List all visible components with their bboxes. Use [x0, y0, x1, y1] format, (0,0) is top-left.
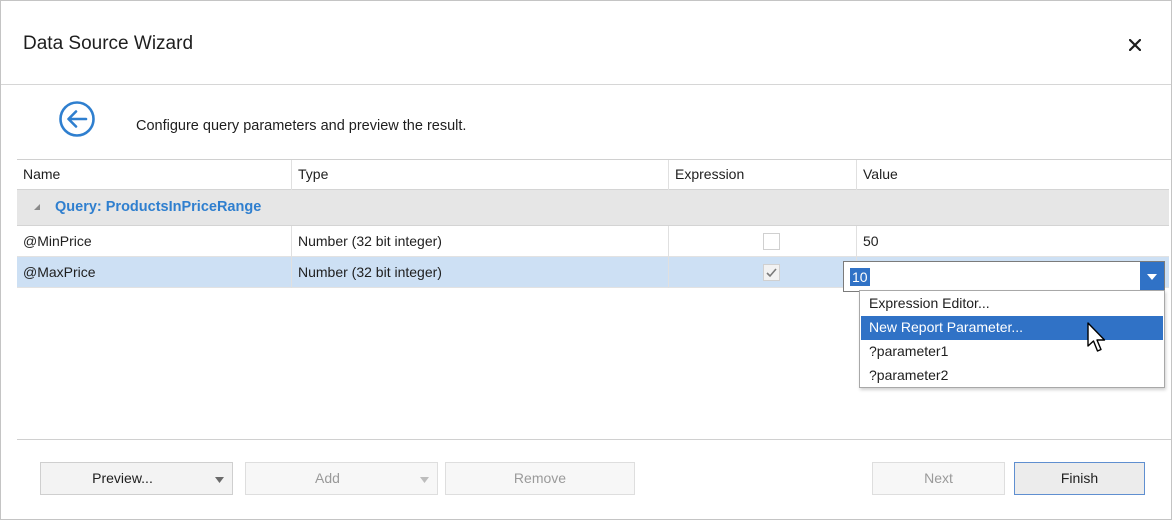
dropdown-item-new-report-parameter[interactable]: New Report Parameter... [861, 316, 1163, 340]
remove-button-label: Remove [513, 470, 567, 486]
param-type-cell[interactable]: Number (32 bit integer) [292, 257, 669, 288]
chevron-down-icon [1147, 273, 1157, 280]
value-combo-box[interactable]: 10 [843, 261, 1165, 292]
checkmark-icon [766, 268, 777, 278]
column-header-name[interactable]: Name [17, 160, 292, 190]
chevron-down-icon [215, 477, 224, 483]
group-row[interactable]: Query: ProductsInPriceRange [17, 190, 1169, 226]
preview-button[interactable]: Preview... [40, 462, 233, 495]
dropdown-item-parameter1[interactable]: ?parameter1 [861, 340, 1163, 364]
next-button-label: Next [924, 470, 953, 486]
column-header-expression[interactable]: Expression [669, 160, 857, 190]
expression-checkbox[interactable] [763, 264, 780, 281]
param-expression-cell [669, 257, 857, 288]
collapse-triangle-icon[interactable] [32, 202, 42, 212]
page-description: Configure query parameters and preview t… [136, 118, 467, 134]
dropdown-item-parameter2[interactable]: ?parameter2 [861, 364, 1163, 388]
chevron-down-icon [420, 477, 429, 483]
add-button[interactable]: Add [245, 462, 438, 495]
param-name-cell: @MinPrice [17, 226, 292, 257]
back-button[interactable] [56, 98, 98, 140]
title-bar: Data Source Wizard [1, 1, 1171, 85]
preview-button-label: Preview... [92, 470, 153, 486]
data-source-wizard-window: Data Source Wizard Configure query param… [0, 0, 1172, 520]
back-arrow-circle-icon [59, 101, 95, 137]
param-type-cell[interactable]: Number (32 bit integer) [292, 226, 669, 257]
column-header-value[interactable]: Value [857, 160, 1169, 190]
close-icon [1129, 39, 1141, 51]
param-value-cell[interactable]: 50 [857, 226, 1169, 257]
param-name-cell: @MaxPrice [17, 257, 292, 288]
value-input[interactable]: 10 [850, 268, 870, 286]
expression-checkbox[interactable] [763, 233, 780, 250]
window-title: Data Source Wizard [23, 33, 194, 54]
grid-header: Name Type Expression Value [17, 160, 1169, 190]
footer-divider [17, 439, 1171, 440]
dropdown-item-expression-editor[interactable]: Expression Editor... [861, 292, 1163, 316]
param-expression-cell [669, 226, 857, 257]
value-dropdown-list: Expression Editor... New Report Paramete… [859, 290, 1165, 388]
add-button-label: Add [315, 470, 340, 486]
table-row[interactable]: @MinPrice Number (32 bit integer) 50 [17, 226, 1169, 257]
next-button[interactable]: Next [872, 462, 1005, 495]
column-header-type[interactable]: Type [292, 160, 669, 190]
close-button[interactable] [1121, 31, 1149, 59]
group-label: Query: ProductsInPriceRange [55, 199, 262, 215]
finish-button-label: Finish [1060, 470, 1099, 486]
remove-button[interactable]: Remove [445, 462, 635, 495]
mouse-pointer-icon [1087, 322, 1106, 352]
value-dropdown-button[interactable] [1140, 262, 1164, 291]
finish-button[interactable]: Finish [1014, 462, 1145, 495]
